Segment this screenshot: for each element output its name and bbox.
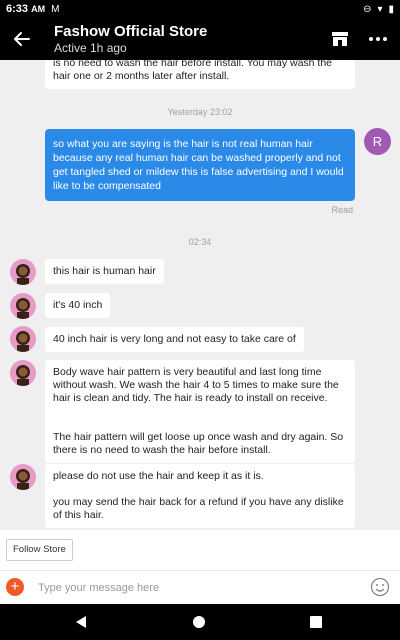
follow-bar: Follow Store bbox=[0, 530, 400, 570]
store-icon[interactable] bbox=[330, 29, 350, 49]
seller-avatar bbox=[10, 464, 36, 490]
seller-message-bubble: please do not use the hair and keep it a… bbox=[45, 464, 355, 528]
clock: 6:33 AM bbox=[6, 3, 46, 15]
status-bar: 6:33 AM M ⊖ ▾ ▮ bbox=[0, 0, 400, 18]
timestamp: 02:34 bbox=[188, 237, 212, 247]
more-options-icon[interactable] bbox=[366, 27, 390, 51]
timestamp: Yesterday 23:02 bbox=[167, 107, 233, 117]
battery-icon: ▮ bbox=[388, 3, 394, 15]
gmail-icon: M bbox=[51, 3, 60, 15]
chat-header: Fashow Official Store Active 1h ago bbox=[0, 18, 400, 60]
system-nav-bar bbox=[0, 604, 400, 640]
seller-message-bubble: Body wave hair pattern is very beautiful… bbox=[45, 360, 355, 463]
nav-recents-icon[interactable] bbox=[310, 616, 322, 628]
status-icons: ⊖ ▾ ▮ bbox=[363, 4, 394, 15]
message-bubble: is no need to wash the hair before insta… bbox=[45, 60, 355, 89]
wifi-icon: ▾ bbox=[377, 3, 383, 15]
follow-store-button[interactable]: Follow Store bbox=[6, 539, 73, 561]
message-input[interactable] bbox=[30, 574, 360, 602]
read-receipt: Read bbox=[331, 205, 353, 215]
chat-area[interactable]: is no need to wash the hair before insta… bbox=[0, 60, 400, 530]
nav-back-icon[interactable] bbox=[74, 615, 88, 629]
message-composer: + bbox=[0, 570, 400, 604]
nav-home-icon[interactable] bbox=[193, 616, 205, 628]
store-name[interactable]: Fashow Official Store bbox=[54, 23, 207, 40]
add-attachment-button[interactable]: + bbox=[6, 578, 24, 596]
seller-avatar bbox=[10, 326, 36, 352]
user-avatar: R bbox=[364, 128, 391, 155]
back-arrow-icon[interactable] bbox=[10, 28, 32, 50]
user-message-bubble: so what you are saying is the hair is no… bbox=[45, 129, 355, 201]
seller-avatar bbox=[10, 259, 36, 285]
emoji-icon[interactable] bbox=[370, 577, 390, 597]
seller-message-bubble: this hair is human hair bbox=[45, 259, 164, 284]
seller-avatar bbox=[10, 360, 36, 386]
sync-icon: ⊖ bbox=[363, 3, 372, 15]
seller-message-bubble: 40 inch hair is very long and not easy t… bbox=[45, 327, 304, 352]
active-status: Active 1h ago bbox=[54, 41, 127, 55]
seller-avatar bbox=[10, 293, 36, 319]
seller-message-bubble: it's 40 inch bbox=[45, 293, 111, 318]
